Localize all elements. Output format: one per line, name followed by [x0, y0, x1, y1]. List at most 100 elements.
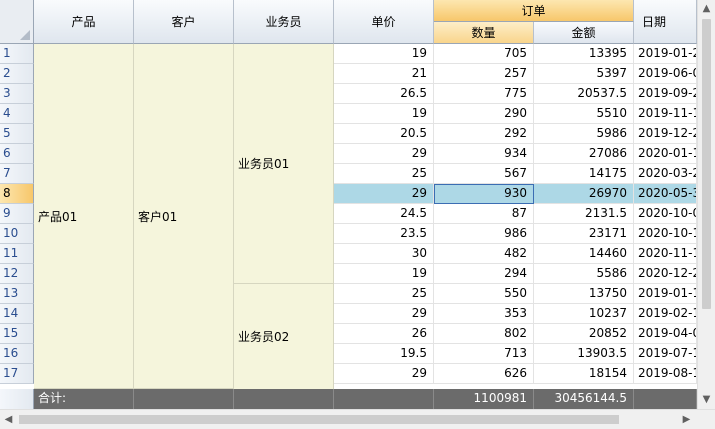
cell-price[interactable]: 29: [334, 304, 434, 324]
cell-date[interactable]: 2020-11-1: [634, 244, 697, 264]
column-header-quantity[interactable]: 数量: [434, 22, 534, 44]
row-header[interactable]: 4: [0, 104, 34, 124]
column-header-salesperson[interactable]: 业务员: [234, 0, 334, 44]
cell-price[interactable]: 19: [334, 264, 434, 284]
cell-qty[interactable]: 550: [434, 284, 534, 304]
row-header[interactable]: 11: [0, 244, 34, 264]
cell-amount[interactable]: 10237: [534, 304, 634, 324]
row-header[interactable]: 1: [0, 44, 34, 64]
arrow-right-icon[interactable]: ▶: [678, 410, 695, 429]
cell-amount[interactable]: 2131.5: [534, 204, 634, 224]
cell-qty[interactable]: 713: [434, 344, 534, 364]
cell-amount[interactable]: 26970: [534, 184, 634, 204]
cell-date[interactable]: 2020-03-2: [634, 164, 697, 184]
vertical-scrollbar[interactable]: ▲ ▼: [697, 0, 715, 409]
row-header[interactable]: 9: [0, 204, 34, 224]
cell-date[interactable]: 2020-05-3: [634, 184, 697, 204]
row-header[interactable]: 6: [0, 144, 34, 164]
cell-date[interactable]: 2019-08-1: [634, 364, 697, 384]
cell-date[interactable]: 2019-09-2: [634, 84, 697, 104]
cell-price[interactable]: 25: [334, 284, 434, 304]
cell-date[interactable]: 2019-01-2: [634, 44, 697, 64]
cell-qty[interactable]: 294: [434, 264, 534, 284]
cell-date[interactable]: 2019-07-1: [634, 344, 697, 364]
cell-date[interactable]: 2020-10-1: [634, 224, 697, 244]
cell-price[interactable]: 29: [334, 364, 434, 384]
row-header[interactable]: 3: [0, 84, 34, 104]
cell-date[interactable]: 2019-01-1: [634, 284, 697, 304]
cell-price[interactable]: 19.5: [334, 344, 434, 364]
cell-qty[interactable]: 986: [434, 224, 534, 244]
cell-amount[interactable]: 13903.5: [534, 344, 634, 364]
cell-amount[interactable]: 5586: [534, 264, 634, 284]
cell-qty[interactable]: 257: [434, 64, 534, 84]
arrow-left-icon[interactable]: ◀: [0, 410, 17, 429]
horizontal-scroll-thumb[interactable]: [19, 415, 619, 424]
column-header-product[interactable]: 产品: [34, 0, 134, 44]
select-all-corner[interactable]: [0, 0, 34, 44]
cell-date[interactable]: 2020-12-2: [634, 264, 697, 284]
cell-date[interactable]: 2019-04-0: [634, 324, 697, 344]
cell-amount[interactable]: 5986: [534, 124, 634, 144]
cell-amount[interactable]: 18154: [534, 364, 634, 384]
cell-qty[interactable]: 930: [434, 184, 534, 204]
column-header-customer[interactable]: 客户: [134, 0, 234, 44]
cell-price[interactable]: 24.5: [334, 204, 434, 224]
cell-qty[interactable]: 290: [434, 104, 534, 124]
column-header-unit-price[interactable]: 单价: [334, 0, 434, 44]
cell-qty[interactable]: 87: [434, 204, 534, 224]
row-header[interactable]: 14: [0, 304, 34, 324]
row-header[interactable]: 13: [0, 284, 34, 304]
cell-amount[interactable]: 5397: [534, 64, 634, 84]
cell-qty[interactable]: 567: [434, 164, 534, 184]
cell-price[interactable]: 29: [334, 184, 434, 204]
column-header-amount[interactable]: 金额: [534, 22, 634, 44]
merged-cell-salesperson-2[interactable]: 业务员02: [234, 284, 334, 389]
cell-price[interactable]: 19: [334, 104, 434, 124]
cell-amount[interactable]: 23171: [534, 224, 634, 244]
cell-date[interactable]: 2019-12-2: [634, 124, 697, 144]
cell-qty[interactable]: 934: [434, 144, 534, 164]
cell-qty[interactable]: 775: [434, 84, 534, 104]
cell-price[interactable]: 30: [334, 244, 434, 264]
vertical-scroll-thumb[interactable]: [702, 19, 711, 309]
cell-amount[interactable]: 5510: [534, 104, 634, 124]
cell-date[interactable]: 2020-10-0: [634, 204, 697, 224]
cell-qty[interactable]: 292: [434, 124, 534, 144]
row-header[interactable]: 17: [0, 364, 34, 384]
row-header[interactable]: 15: [0, 324, 34, 344]
cell-qty[interactable]: 482: [434, 244, 534, 264]
cell-qty[interactable]: 353: [434, 304, 534, 324]
cell-qty[interactable]: 802: [434, 324, 534, 344]
cell-amount[interactable]: 20537.5: [534, 84, 634, 104]
data-grid[interactable]: 产品 客户 业务员 单价 订单 数量 金额 日期 1 2 3 4 5 6 7 8 9 10 11 12…: [0, 0, 715, 429]
row-header[interactable]: 7: [0, 164, 34, 184]
cell-amount[interactable]: 20852: [534, 324, 634, 344]
horizontal-scrollbar[interactable]: ◀ ▶: [0, 409, 715, 429]
arrow-up-icon[interactable]: ▲: [698, 0, 715, 17]
cell-price[interactable]: 26.5: [334, 84, 434, 104]
cell-amount[interactable]: 14460: [534, 244, 634, 264]
row-header[interactable]: 2: [0, 64, 34, 84]
merged-cell-customer[interactable]: 客户01: [134, 44, 234, 389]
cell-date[interactable]: 2019-06-0: [634, 64, 697, 84]
row-header[interactable]: 12: [0, 264, 34, 284]
cell-date[interactable]: 2020-01-1: [634, 144, 697, 164]
cell-price[interactable]: 21: [334, 64, 434, 84]
cell-qty[interactable]: 626: [434, 364, 534, 384]
cell-qty[interactable]: 705: [434, 44, 534, 64]
cell-amount[interactable]: 13750: [534, 284, 634, 304]
cell-amount[interactable]: 13395: [534, 44, 634, 64]
merged-cell-salesperson-1[interactable]: 业务员01: [234, 44, 334, 284]
row-header[interactable]: 8: [0, 184, 34, 204]
merged-cell-product[interactable]: 产品01: [34, 44, 134, 389]
cell-price[interactable]: 23.5: [334, 224, 434, 244]
cell-date[interactable]: 2019-11-1: [634, 104, 697, 124]
arrow-down-icon[interactable]: ▼: [698, 391, 715, 408]
cell-price[interactable]: 29: [334, 144, 434, 164]
row-header[interactable]: 10: [0, 224, 34, 244]
cell-price[interactable]: 25: [334, 164, 434, 184]
cell-price[interactable]: 20.5: [334, 124, 434, 144]
column-header-order-group[interactable]: 订单: [434, 0, 634, 22]
column-header-date[interactable]: 日期: [634, 0, 697, 44]
